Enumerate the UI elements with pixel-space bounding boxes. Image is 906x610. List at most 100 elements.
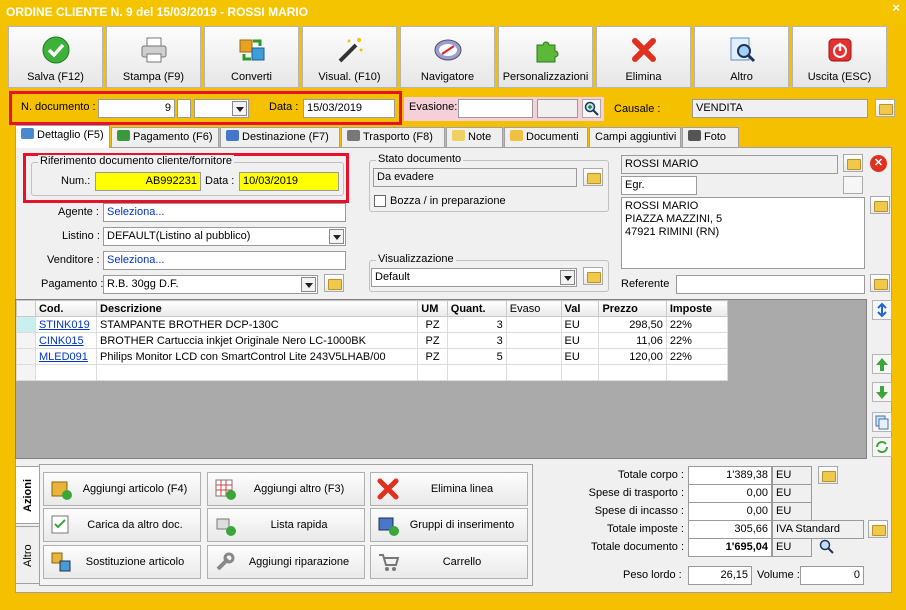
person-icon[interactable] xyxy=(843,176,863,194)
tab-destinazione[interactable]: Destinazione (F7) xyxy=(220,127,340,148)
close-icon[interactable]: × xyxy=(892,0,900,15)
row-indicator[interactable] xyxy=(16,364,36,381)
col-header[interactable]: Imposte xyxy=(665,300,729,317)
table-cell[interactable]: PZ xyxy=(417,316,448,333)
col-header[interactable]: Evaso xyxy=(505,300,562,317)
visual-select[interactable]: Default xyxy=(371,268,577,287)
ndoc-suffix-input[interactable] xyxy=(177,99,191,118)
peso-input[interactable]: 26,15 xyxy=(688,566,752,585)
lines-grid[interactable]: Cod. Descrizione UM Quant. Evaso Val Pre… xyxy=(15,299,867,459)
table-cell[interactable]: EU xyxy=(560,316,600,333)
side-tab-altro[interactable]: Altro xyxy=(15,526,40,584)
navigator-button[interactable]: Navigatore xyxy=(400,26,495,88)
copy-line-icon[interactable] xyxy=(872,412,892,432)
table-cell[interactable]: BROTHER Cartuccia inkjet Originale Nero … xyxy=(96,332,419,349)
folder-icon[interactable] xyxy=(583,267,603,285)
folder-icon[interactable] xyxy=(818,466,838,484)
folder-icon[interactable] xyxy=(870,196,890,214)
folder-icon[interactable] xyxy=(875,99,895,117)
table-cell[interactable] xyxy=(446,364,507,381)
table-cell[interactable] xyxy=(598,364,667,381)
table-cell[interactable]: MLED091 xyxy=(34,348,98,365)
evasione-input[interactable] xyxy=(458,99,533,118)
move-down-icon[interactable] xyxy=(872,382,892,402)
col-header[interactable]: Val xyxy=(560,300,600,317)
total-value[interactable]: 0,00 xyxy=(688,484,772,503)
referente-input[interactable] xyxy=(676,275,865,294)
table-cell[interactable] xyxy=(505,332,562,349)
table-row[interactable]: CINK015 BROTHER Cartuccia inkjet Original… xyxy=(16,332,729,349)
table-cell[interactable]: 298,50 xyxy=(598,316,667,333)
cart-button[interactable]: Carrello xyxy=(370,545,528,579)
insert-groups-button[interactable]: Gruppi di inserimento xyxy=(370,508,528,542)
venditore-input[interactable]: Seleziona... xyxy=(103,251,346,270)
agente-input[interactable]: Seleziona... xyxy=(103,203,346,222)
other-button[interactable]: Altro xyxy=(694,26,789,88)
col-header[interactable]: Quant. xyxy=(446,300,507,317)
visual-button[interactable]: Visual. (F10) xyxy=(302,26,397,88)
table-row[interactable] xyxy=(16,364,729,381)
exit-button[interactable]: Uscita (ESC) xyxy=(792,26,887,88)
side-tab-azioni[interactable]: Azioni xyxy=(15,466,40,524)
add-repair-button[interactable]: Aggiungi riparazione xyxy=(207,545,365,579)
col-header[interactable]: Prezzo xyxy=(598,300,667,317)
table-cell[interactable]: Philips Monitor LCD con SmartControl Lit… xyxy=(96,348,419,365)
tab-documenti[interactable]: Documenti xyxy=(504,127,588,148)
customize-button[interactable]: Personalizzazioni xyxy=(498,26,593,88)
title-input[interactable]: Egr. xyxy=(621,176,697,195)
tab-trasporto[interactable]: Trasporto (F8) xyxy=(341,127,445,148)
table-row[interactable]: STINK019 STAMPANTE BROTHER DCP-130C PZ 3 EU 2… xyxy=(16,316,729,333)
table-cell[interactable]: STINK019 xyxy=(34,316,98,333)
table-cell[interactable] xyxy=(560,364,600,381)
total-value[interactable]: 0,00 xyxy=(688,502,772,521)
save-button[interactable]: Salva (F12) xyxy=(8,26,103,88)
tab-campi-aggiuntivi[interactable]: Campi aggiuntivi xyxy=(589,127,681,148)
quick-list-button[interactable]: Lista rapida xyxy=(207,508,365,542)
table-cell[interactable]: 22% xyxy=(665,316,729,333)
tab-foto[interactable]: Foto xyxy=(682,127,739,148)
causale-input[interactable]: VENDITA xyxy=(692,99,868,118)
ndoc-input[interactable]: 9 xyxy=(98,99,175,118)
scroll-top-icon[interactable] xyxy=(872,300,892,320)
table-cell[interactable]: 120,00 xyxy=(598,348,667,365)
folder-icon[interactable] xyxy=(583,168,603,186)
print-button[interactable]: Stampa (F9) xyxy=(106,26,201,88)
delete-line-button[interactable]: Elimina linea xyxy=(370,472,528,506)
move-up-icon[interactable] xyxy=(872,354,892,374)
zoom-icon[interactable] xyxy=(818,538,835,555)
listino-select[interactable]: DEFAULT(Listino al pubblico) xyxy=(103,227,346,246)
col-header[interactable]: UM xyxy=(417,300,448,317)
table-cell[interactable]: EU xyxy=(560,348,600,365)
pagamento-select[interactable]: R.B. 30gg D.F. xyxy=(103,275,318,294)
load-from-doc-button[interactable]: Carica da altro doc. xyxy=(43,508,201,542)
table-cell[interactable]: EU xyxy=(560,332,600,349)
table-cell[interactable] xyxy=(665,364,729,381)
address-box[interactable]: ROSSI MARIO PIAZZA MAZZINI, 5 47921 RIMI… xyxy=(621,197,865,269)
replace-article-button[interactable]: Sostituzione articolo xyxy=(43,545,201,579)
col-header[interactable]: Cod. xyxy=(34,300,98,317)
table-cell[interactable]: STAMPANTE BROTHER DCP-130C xyxy=(96,316,419,333)
folder-icon[interactable] xyxy=(843,154,863,172)
evasione-search-button[interactable] xyxy=(582,99,601,118)
table-row[interactable]: MLED091 Philips Monitor LCD con SmartCont… xyxy=(16,348,729,365)
table-cell[interactable]: 5 xyxy=(446,348,507,365)
table-cell[interactable]: PZ xyxy=(417,348,448,365)
rif-num-input[interactable]: AB992231 xyxy=(95,172,201,191)
table-cell[interactable] xyxy=(34,364,98,381)
delete-button[interactable]: Elimina xyxy=(596,26,691,88)
col-header[interactable]: Descrizione xyxy=(96,300,419,317)
tab-note[interactable]: Note xyxy=(446,127,503,148)
table-cell[interactable]: 3 xyxy=(446,332,507,349)
table-cell[interactable]: 22% xyxy=(665,348,729,365)
table-cell[interactable] xyxy=(96,364,419,381)
volume-input[interactable]: 0 xyxy=(800,566,864,585)
table-cell[interactable] xyxy=(505,316,562,333)
add-other-button[interactable]: Aggiungi altro (F3) xyxy=(207,472,365,506)
row-indicator[interactable] xyxy=(16,316,36,333)
table-cell[interactable]: PZ xyxy=(417,332,448,349)
table-cell[interactable] xyxy=(417,364,448,381)
refresh-icon[interactable] xyxy=(872,437,892,457)
remove-client-icon[interactable]: ✕ xyxy=(870,155,887,172)
bozza-checkbox[interactable] xyxy=(374,195,386,207)
folder-icon[interactable] xyxy=(324,274,344,292)
